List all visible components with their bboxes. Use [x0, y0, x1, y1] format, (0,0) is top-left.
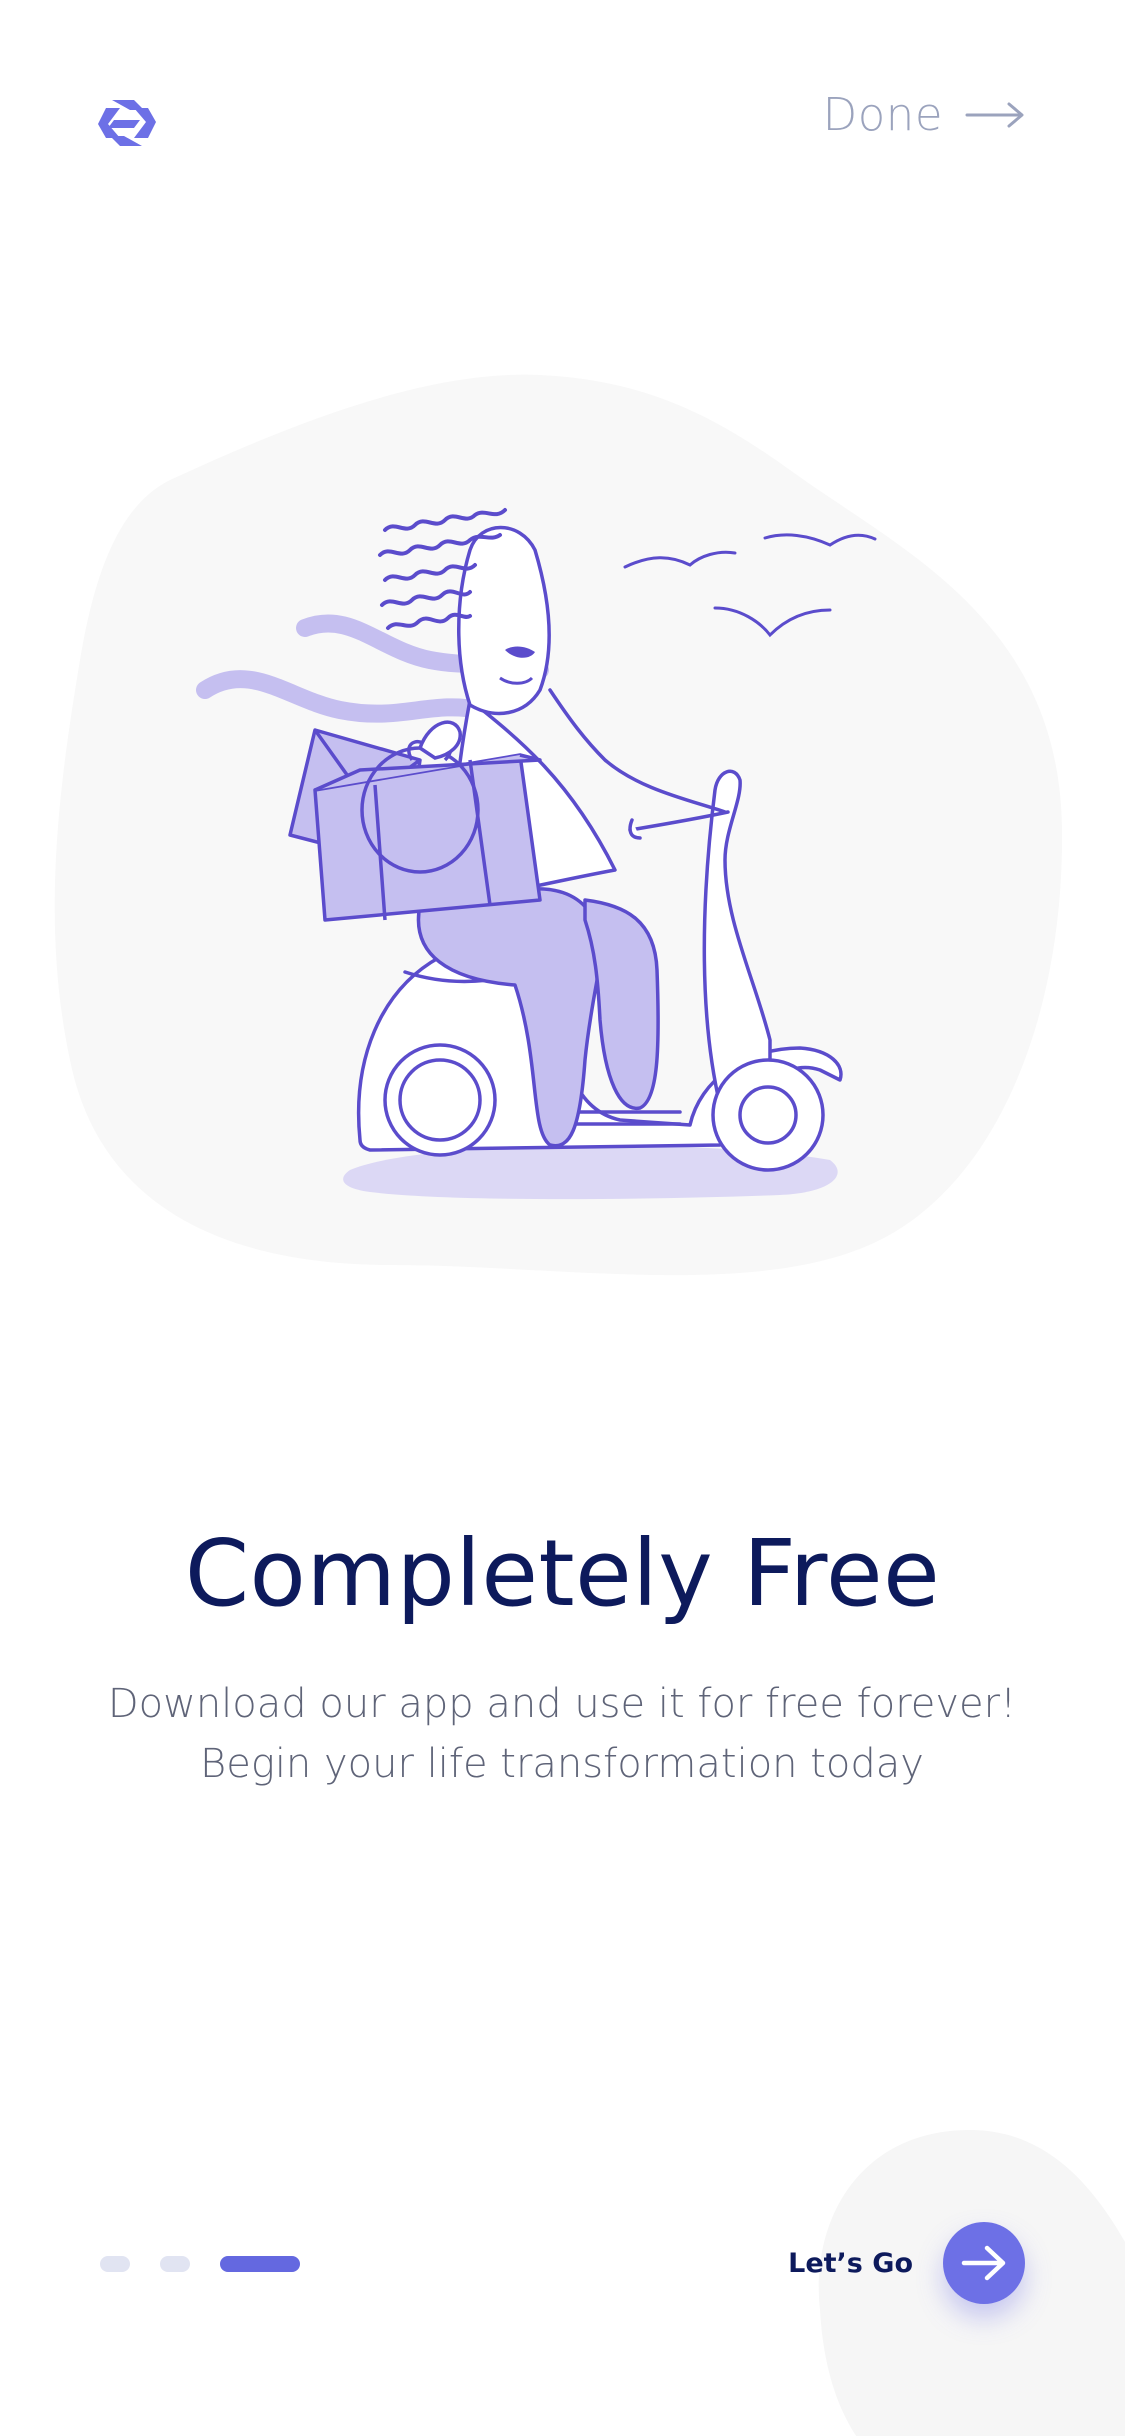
lets-go-button[interactable]: Let’s Go — [788, 2222, 1025, 2304]
arrow-right-icon — [965, 102, 1024, 127]
page-indicator — [100, 2256, 300, 2272]
next-circle-button[interactable] — [943, 2222, 1025, 2304]
subtitle-line-2: Begin your life transformation today — [200, 1741, 924, 1787]
onboarding-screen: Done Completely Free Download our app an… — [0, 0, 1125, 2436]
page-dot-2[interactable] — [160, 2256, 190, 2272]
page-dot-3-active[interactable] — [220, 2256, 300, 2272]
rider-head — [457, 525, 551, 716]
subtitle-line-1: Download our app and use it for free for… — [107, 1681, 1017, 1727]
page-subtitle: Download our app and use it for free for… — [62, 1674, 1062, 1794]
done-label: Done — [822, 88, 943, 141]
page-title: Completely Free — [184, 1520, 941, 1627]
done-button[interactable]: Done — [823, 88, 1025, 141]
lets-go-label: Let’s Go — [788, 2247, 913, 2279]
gift-boxes — [288, 728, 542, 922]
arrow-right-icon — [961, 2245, 1006, 2281]
brand-logo-icon[interactable] — [98, 98, 156, 148]
page-dot-1[interactable] — [100, 2256, 130, 2272]
hero-illustration — [54, 374, 1063, 1276]
